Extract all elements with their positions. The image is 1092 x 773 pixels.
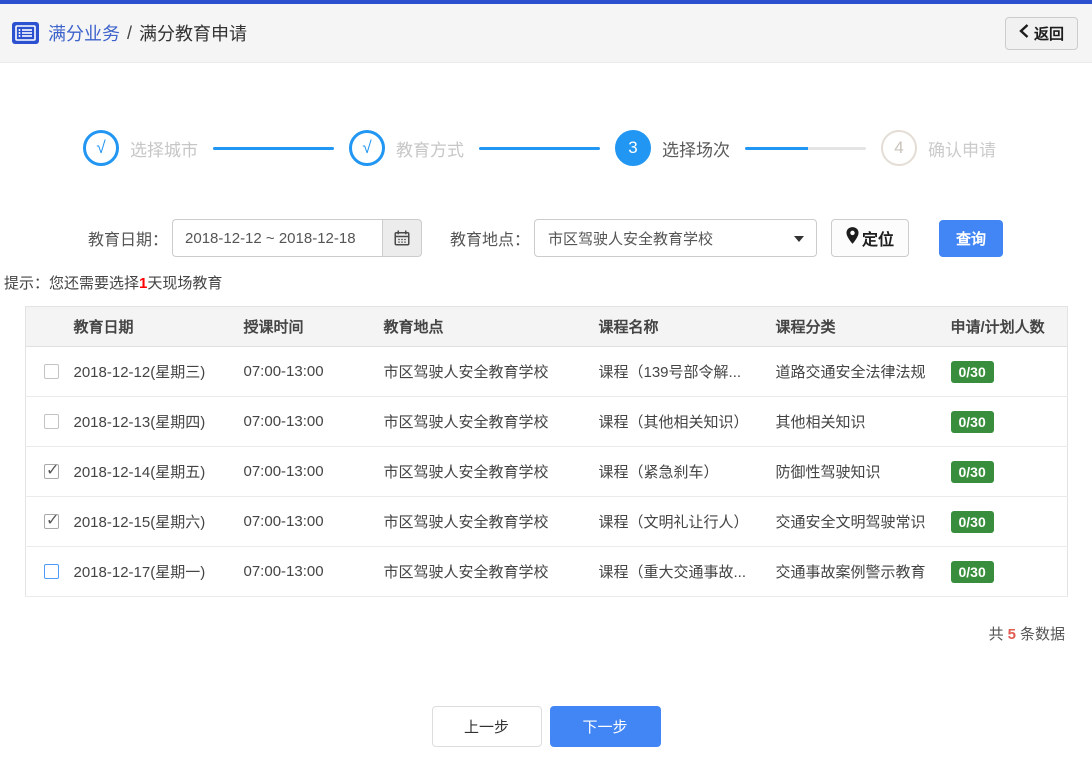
cell-time: 07:00-13:00 [235,446,376,497]
step-2-label: 教育方式 [396,140,464,160]
step-1: √ 选择城市 [83,130,198,166]
header-applied-planned: 申请/计划人数 [942,306,1068,347]
cell-course: 课程（文明礼让行人） [590,496,768,547]
record-count: 5 [1007,626,1016,643]
cell-date: 2018-12-17(星期一) [65,546,236,597]
breadcrumb-current: 满分教育申请 [139,24,248,44]
step-4-circle: 4 [881,130,917,166]
cell-time: 07:00-13:00 [235,396,376,447]
cell-location: 市区驾驶人安全教育学校 [375,346,591,397]
step-1-circle: √ [83,130,119,166]
row-checkbox[interactable] [44,564,59,579]
locate-button[interactable]: 定位 [831,219,910,257]
step-4: 4 确认申请 [881,130,996,166]
row-checkbox[interactable] [44,414,59,429]
count-badge: 0/30 [950,410,994,433]
header-education-location: 教育地点 [375,306,591,347]
wizard-footer: 上一步 下一步 [0,706,1092,747]
education-date-label: 教育日期： [88,232,169,249]
date-range-group [172,219,423,257]
step-connector-2 [479,146,600,150]
count-badge: 0/30 [950,510,994,533]
table-row: 2018-12-17(星期一) 07:00-13:00 市区驾驶人安全教育学校 … [25,546,1068,597]
cell-time: 07:00-13:00 [235,546,376,597]
cell-category: 交通事故案例警示教育 [767,546,943,597]
table-header-row: 教育日期 授课时间 教育地点 课程名称 课程分类 申请/计划人数 [25,306,1068,347]
remaining-days-tip: 提示：您还需要选择1天现场教育 [4,275,223,292]
chevron-left-icon [1019,24,1029,42]
cell-course: 课程（重大交通事故... [590,546,768,597]
locate-button-label: 定位 [862,232,895,249]
step-1-label: 选择城市 [130,140,198,160]
table-body: 2018-12-12(星期三) 07:00-13:00 市区驾驶人安全教育学校 … [25,346,1068,597]
row-checkbox[interactable] [44,364,59,379]
step-2: √ 教育方式 [349,130,464,166]
step-connector-1 [213,146,334,150]
page-header: 满分业务 / 满分教育申请 返回 [0,4,1092,63]
count-badge: 0/30 [950,560,994,583]
cell-course: 课程（其他相关知识） [590,396,768,447]
cell-location: 市区驾驶人安全教育学校 [375,396,591,447]
filter-bar: 教育日期： 教育地点： 市区驾驶人安全教育学校 定位 查询 [88,219,1092,257]
cell-date: 2018-12-12(星期三) [65,346,236,397]
step-indicator: √ 选择城市 √ 教育方式 3 选择场次 4 确认申请 [83,130,996,166]
cell-time: 07:00-13:00 [235,346,376,397]
cell-location: 市区驾驶人安全教育学校 [375,496,591,547]
cell-course: 课程（139号部令解... [590,346,768,397]
record-count-summary: 共 5 条数据 [988,626,1065,643]
cell-time: 07:00-13:00 [235,496,376,547]
breadcrumb-separator: / [127,22,133,43]
search-button[interactable]: 查询 [939,219,1004,257]
calendar-icon[interactable] [382,219,423,257]
cell-date: 2018-12-14(星期五) [65,446,236,497]
step-2-circle: √ [349,130,385,166]
map-pin-icon [846,227,859,249]
cell-date: 2018-12-15(星期六) [65,496,236,547]
row-checkbox[interactable] [44,510,59,530]
location-select-value: 市区驾驶人安全教育学校 [548,230,714,248]
cell-location: 市区驾驶人安全教育学校 [375,546,591,597]
caret-down-icon [794,236,805,242]
list-icon [12,22,39,44]
cell-category: 道路交通安全法律法规 [767,346,943,397]
table-row: 2018-12-12(星期三) 07:00-13:00 市区驾驶人安全教育学校 … [25,346,1068,397]
row-checkbox[interactable] [44,460,59,480]
cell-course: 课程（紧急刹车） [590,446,768,497]
step-3-circle: 3 [615,130,651,166]
step-connector-3 [745,146,866,150]
cell-category: 交通安全文明驾驶常识 [767,496,943,547]
count-badge: 0/30 [950,460,994,483]
step-4-label: 确认申请 [928,140,996,160]
cell-location: 市区驾驶人安全教育学校 [375,446,591,497]
header-education-date: 教育日期 [65,306,236,347]
table-row: 2018-12-13(星期四) 07:00-13:00 市区驾驶人安全教育学校 … [25,396,1068,447]
header-class-time: 授课时间 [235,306,376,347]
date-range-input[interactable] [172,219,383,257]
next-step-button[interactable]: 下一步 [549,706,661,747]
step-3: 3 选择场次 [615,130,730,166]
header-checkbox-col [25,306,66,347]
table-row: 2018-12-14(星期五) 07:00-13:00 市区驾驶人安全教育学校 … [25,446,1068,497]
cell-date: 2018-12-13(星期四) [65,396,236,447]
count-badge: 0/30 [950,360,994,383]
breadcrumb-root[interactable]: 满分业务 [48,20,120,46]
previous-step-button[interactable]: 上一步 [431,706,542,747]
location-select[interactable]: 市区驾驶人安全教育学校 [534,219,818,257]
session-table: 教育日期 授课时间 教育地点 课程名称 课程分类 申请/计划人数 2018-12… [25,306,1068,597]
step-3-label: 选择场次 [662,140,730,160]
header-course-category: 课程分类 [767,306,943,347]
education-location-label: 教育地点： [450,232,531,249]
back-button-label: 返回 [1033,25,1064,43]
back-button[interactable]: 返回 [1004,16,1078,50]
cell-category: 防御性驾驶知识 [767,446,943,497]
table-row: 2018-12-15(星期六) 07:00-13:00 市区驾驶人安全教育学校 … [25,496,1068,547]
cell-category: 其他相关知识 [767,396,943,447]
header-course-name: 课程名称 [590,306,768,347]
